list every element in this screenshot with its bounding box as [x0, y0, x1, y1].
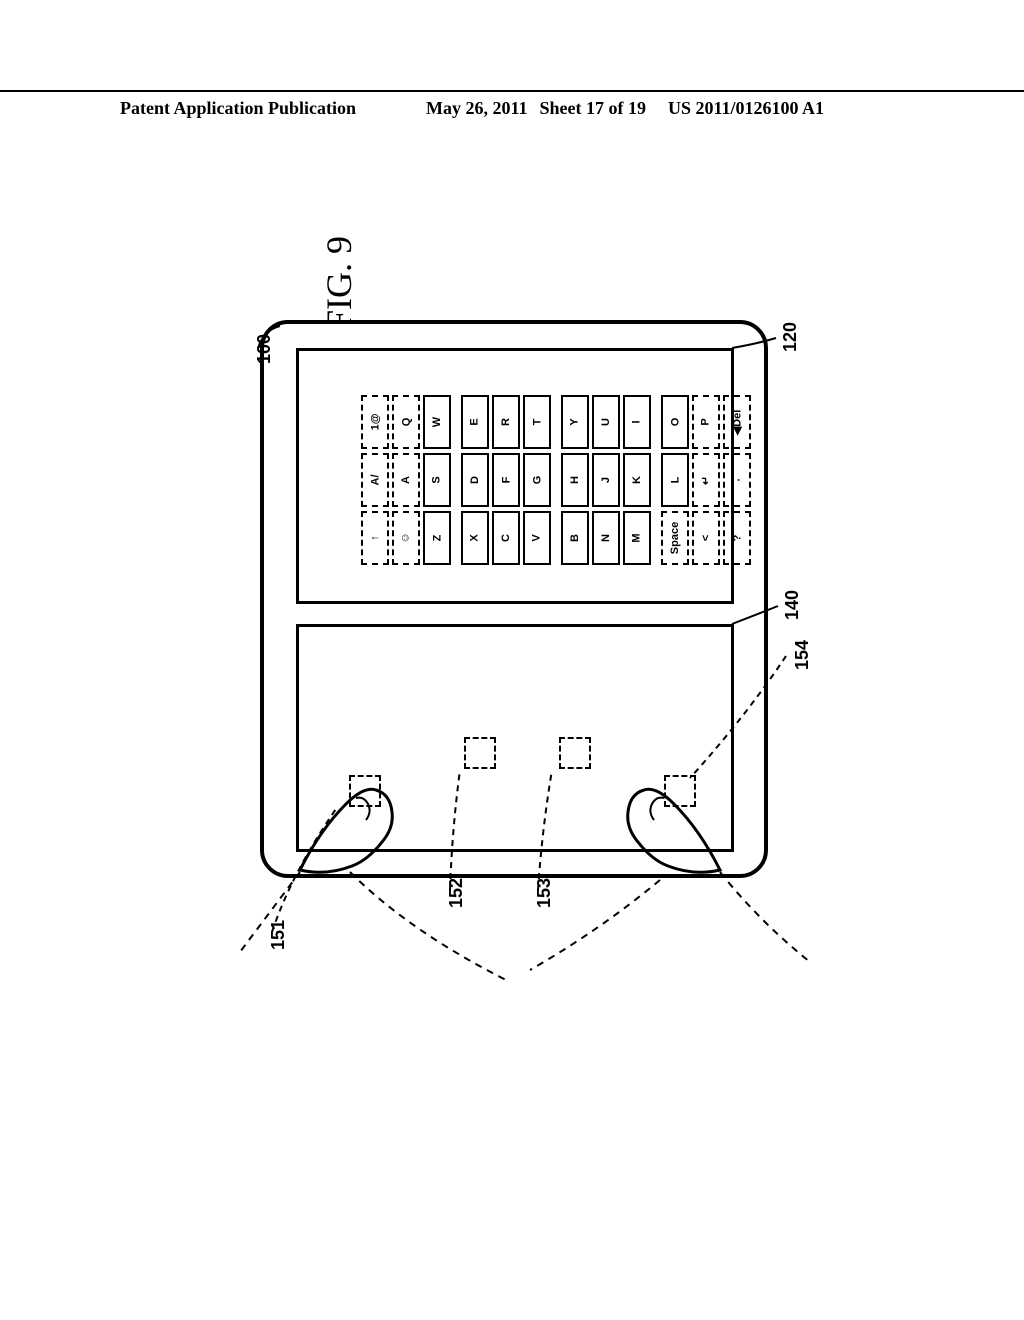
key-k[interactable]: K [623, 453, 651, 507]
ref-140: 140 [782, 590, 803, 620]
key-o[interactable]: O [661, 395, 689, 449]
key-i[interactable]: I [623, 395, 651, 449]
key-w[interactable]: W [423, 395, 451, 449]
key-s[interactable]: S [423, 453, 451, 507]
key-enter[interactable]: ↵ [692, 453, 720, 507]
key-e[interactable]: E [461, 395, 489, 449]
ref-120: 120 [780, 322, 801, 352]
key-emoji[interactable]: ☺ [392, 511, 420, 565]
sheet-number: Sheet 17 of 19 [540, 98, 647, 119]
device-figure: 1@ Q W E R T Y U I O [260, 320, 760, 960]
touch-zone-2[interactable] [464, 737, 496, 769]
key-space[interactable]: Space [661, 511, 689, 565]
key-shift[interactable]: ↑ [361, 511, 389, 565]
key-1at[interactable]: 1@ [361, 395, 389, 449]
key-m[interactable]: M [623, 511, 651, 565]
ref-154: 154 [792, 640, 813, 670]
touch-zone-1[interactable] [349, 775, 381, 807]
key-r[interactable]: R [492, 395, 520, 449]
keyboard: 1@ Q W E R T Y U I O [361, 395, 733, 565]
publication-label: Patent Application Publication [120, 98, 356, 119]
upper-display: 1@ Q W E R T Y U I O [296, 348, 734, 604]
key-p[interactable]: P [692, 395, 720, 449]
ref-100: 100 [254, 334, 275, 364]
key-g[interactable]: G [523, 453, 551, 507]
page-header: Patent Application Publication May 26, 2… [0, 90, 1024, 119]
touch-zone-4[interactable] [664, 775, 696, 807]
key-v[interactable]: V [523, 511, 551, 565]
key-y[interactable]: Y [561, 395, 589, 449]
key-b[interactable]: B [561, 511, 589, 565]
lower-display [296, 624, 734, 852]
key-f[interactable]: F [492, 453, 520, 507]
device-body: 1@ Q W E R T Y U I O [260, 320, 768, 878]
key-mode[interactable]: A/ [361, 453, 389, 507]
ref-152: 152 [446, 878, 467, 908]
publication-date: May 26, 2011 [426, 98, 528, 119]
key-h[interactable]: H [561, 453, 589, 507]
publication-number: US 2011/0126100 A1 [668, 98, 824, 119]
key-q[interactable]: Q [392, 395, 420, 449]
key-d[interactable]: D [461, 453, 489, 507]
touch-zone-3[interactable] [559, 737, 591, 769]
key-u[interactable]: U [592, 395, 620, 449]
key-t[interactable]: T [523, 395, 551, 449]
key-z[interactable]: Z [423, 511, 451, 565]
key-l[interactable]: L [661, 453, 689, 507]
key-x[interactable]: X [461, 511, 489, 565]
key-n[interactable]: N [592, 511, 620, 565]
key-question[interactable]: ? [723, 511, 751, 565]
key-a[interactable]: A [392, 453, 420, 507]
ref-153: 153 [534, 878, 555, 908]
key-c[interactable]: C [492, 511, 520, 565]
key-period[interactable]: . [723, 453, 751, 507]
key-j[interactable]: J [592, 453, 620, 507]
ref-151: 151 [268, 920, 289, 950]
key-lt[interactable]: < [692, 511, 720, 565]
figure-title: FIG. 9 [318, 236, 360, 330]
key-del[interactable]: ◀Del [723, 395, 751, 449]
